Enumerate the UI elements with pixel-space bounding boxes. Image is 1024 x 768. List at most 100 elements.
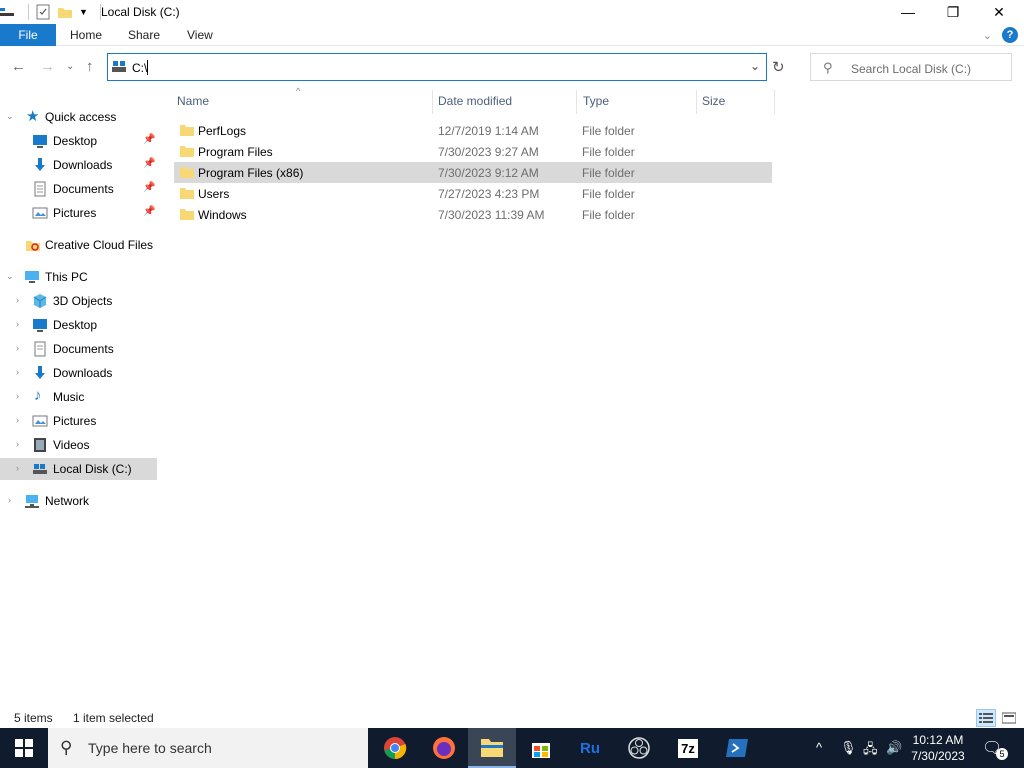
text-caret [147,60,148,75]
taskbar-app-firefox[interactable] [420,728,468,768]
column-header-name[interactable]: Name [177,94,209,108]
sidebar-item-desktop[interactable]: Desktop 📌 [0,130,157,152]
restore-button[interactable]: ❐ [930,0,976,24]
new-folder-icon[interactable] [57,4,73,20]
taskbar-app-7zip[interactable]: 7z [664,728,712,768]
sidebar-item-videos[interactable]: › Videos [0,434,157,456]
up-arrow-icon[interactable]: ↑ [86,58,94,75]
properties-icon[interactable] [35,4,51,20]
start-button[interactable] [0,728,48,768]
column-divider[interactable] [696,90,697,114]
cube-icon [33,294,47,308]
taskbar-search[interactable]: ⚲ Type here to search [48,728,368,768]
expand-chevron-icon[interactable]: › [16,439,19,449]
sidebar-item-downloads-pc[interactable]: › Downloads [0,362,157,384]
expand-chevron-icon[interactable]: › [8,495,11,505]
expand-chevron-icon[interactable]: › [16,295,19,305]
column-header-size[interactable]: Size [702,94,725,108]
address-dropdown-chevron-icon[interactable]: ⌄ [750,59,760,73]
file-type: File folder [582,124,635,138]
sidebar-item-3d-objects[interactable]: › 3D Objects [0,290,157,312]
refresh-icon[interactable]: ↻ [772,58,785,76]
expand-ribbon-chevron-icon[interactable]: ⌄ [983,29,992,42]
minimize-button[interactable]: — [885,0,931,24]
close-button[interactable]: ✕ [976,0,1022,24]
collapse-chevron-icon[interactable]: ⌄ [6,271,14,282]
expand-chevron-icon[interactable]: › [16,343,19,353]
search-box[interactable]: ⚲ Search Local Disk (C:) [810,53,1012,81]
folder-icon [180,125,194,136]
desktop-icon [33,319,47,332]
item-count: 5 items [14,711,53,725]
tab-home[interactable]: Home [70,28,102,42]
table-row[interactable]: Windows 7/30/2023 11:39 AM File folder [174,204,772,225]
column-divider[interactable] [432,90,433,114]
expand-chevron-icon[interactable]: › [16,319,19,329]
expand-chevron-icon[interactable]: › [16,367,19,377]
expand-chevron-icon[interactable]: › [16,415,19,425]
pin-icon[interactable]: 📌 [143,134,155,145]
sidebar-item-label: 3D Objects [53,294,113,308]
expand-chevron-icon[interactable]: › [16,463,19,473]
taskbar-app-obs[interactable] [615,728,663,768]
customize-toolbar-arrow-icon[interactable]: ▼ [79,7,88,17]
tab-share[interactable]: Share [128,28,160,42]
sidebar-item-pictures[interactable]: Pictures 📌 [0,202,157,224]
table-row[interactable]: Program Files (x86) 7/30/2023 9:12 AM Fi… [174,162,772,183]
sidebar-item-creative-cloud-files[interactable]: Creative Cloud Files [0,234,157,256]
taskbar-app-powershell[interactable] [713,728,761,768]
chrome-icon [384,737,407,760]
network-status-icon[interactable]: 🖧 [863,740,878,762]
tab-view[interactable]: View [187,28,213,42]
recent-locations-chevron-icon[interactable]: ⌄ [66,61,74,72]
table-row[interactable]: Program Files 7/30/2023 9:27 AM File fol… [174,141,772,162]
details-view-button[interactable] [976,709,996,727]
pin-icon[interactable]: 📌 [143,206,155,217]
ru-app-icon: Ru [580,739,600,757]
sidebar-item-this-pc[interactable]: ⌄ This PC [0,266,157,288]
show-hidden-icons-chevron-icon[interactable]: ^ [816,740,822,755]
sidebar-item-documents-pc[interactable]: › Documents [0,338,157,360]
sidebar-item-label: Pictures [53,206,97,220]
sidebar-item-quick-access[interactable]: ⌄ ★ Quick access [0,106,157,128]
forward-arrow-icon[interactable]: → [40,58,55,75]
column-divider[interactable] [774,90,775,114]
large-icons-view-button[interactable] [999,709,1019,727]
help-icon[interactable]: ? [1002,27,1018,43]
taskbar-app-chrome[interactable] [371,728,419,768]
tab-file[interactable]: File [0,24,56,46]
sidebar-item-local-disk[interactable]: › Local Disk (C:) [0,458,157,480]
address-input[interactable]: C:\ [132,61,147,75]
desktop-icon [33,135,47,148]
table-row[interactable]: PerfLogs 12/7/2019 1:14 AM File folder [174,120,772,141]
pin-icon[interactable]: 📌 [143,182,155,193]
column-header-date-modified[interactable]: Date modified [438,94,512,108]
column-divider[interactable] [576,90,577,114]
sidebar-item-label: Music [53,390,85,404]
microphone-icon[interactable]: 🎙 [840,740,857,756]
expand-chevron-icon[interactable]: › [16,391,19,401]
address-bar[interactable]: C:\ ⌄ [107,53,767,81]
folder-icon [180,209,194,220]
table-row[interactable]: Users 7/27/2023 4:23 PM File folder [174,183,772,204]
sidebar-item-network[interactable]: › Network [0,490,157,512]
taskbar-app-store[interactable] [517,728,565,768]
column-header-type[interactable]: Type [583,94,609,108]
sidebar-item-pictures-pc[interactable]: › Pictures [0,410,157,432]
taskbar-search-input[interactable]: Type here to search [88,740,212,756]
sidebar-item-downloads[interactable]: Downloads 📌 [0,154,157,176]
collapse-chevron-icon[interactable]: ⌄ [6,111,14,122]
sidebar-item-music[interactable]: › ♪ Music [0,386,157,408]
back-arrow-icon[interactable]: ← [11,58,26,75]
sidebar-item-documents[interactable]: Documents 📌 [0,178,157,200]
explorer-window-icon[interactable] [0,4,16,20]
network-icon [25,495,39,508]
navigation-pane: ⌄ ★ Quick access Desktop 📌 Downloads 📌 D… [0,104,157,704]
search-input[interactable]: Search Local Disk (C:) [851,62,971,76]
taskbar-app-ru[interactable]: Ru [566,728,614,768]
taskbar-app-file-explorer[interactable] [468,728,516,768]
taskbar-clock[interactable]: 10:12 AM 7/30/2023 [900,732,976,764]
sidebar-item-desktop-pc[interactable]: › Desktop [0,314,157,336]
pin-icon[interactable]: 📌 [143,158,155,169]
download-icon [35,366,45,379]
